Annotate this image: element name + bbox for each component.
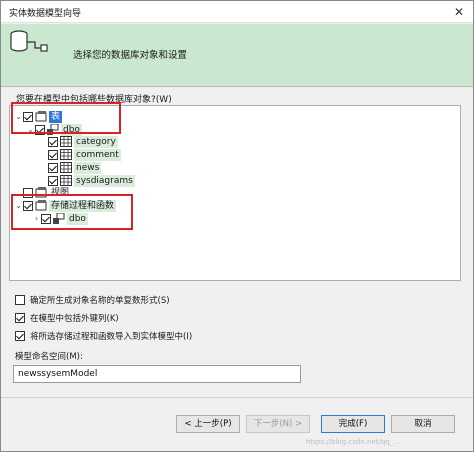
- wizard-window: 实体数据模型向导 ✕ 选择您的数据库对象和设置 您要在模型中包括哪些数据库对象?…: [0, 0, 474, 452]
- annotation-box-tables: [11, 102, 121, 134]
- footer-divider: [1, 397, 473, 398]
- header-text: 选择您的数据库对象和设置: [73, 50, 188, 61]
- table-label[interactable]: sysdiagrams: [74, 174, 135, 187]
- import-procedures-checkbox[interactable]: [15, 331, 25, 341]
- table-icon: [60, 175, 72, 186]
- next-button[interactable]: 下一步(N) >: [246, 415, 310, 433]
- wizard-header: 选择您的数据库对象和设置: [1, 24, 473, 86]
- tree-node-table[interactable]: comment: [48, 148, 121, 161]
- namespace-label: 模型命名空间(M):: [15, 352, 83, 362]
- finish-button[interactable]: 完成(F): [321, 415, 385, 433]
- table-checkbox[interactable]: [48, 149, 58, 160]
- title-bar[interactable]: 实体数据模型向导 ✕: [1, 1, 473, 23]
- table-icon: [60, 149, 72, 160]
- previous-button[interactable]: < 上一步(P): [176, 415, 240, 433]
- window-title: 实体数据模型向导: [9, 9, 82, 19]
- pluralize-label: 确定所生成对象名称的单复数形式(S): [30, 296, 170, 306]
- table-icon: [60, 162, 72, 173]
- import-procedures-label: 将所选存储过程和函数导入到实体模型中(I): [30, 332, 193, 342]
- foreign-keys-label: 在模型中包括外键列(K): [30, 314, 119, 324]
- pluralize-checkbox[interactable]: [15, 295, 25, 305]
- table-label[interactable]: news: [74, 161, 102, 174]
- annotation-box-procedures: [11, 194, 133, 230]
- option-import-procedures[interactable]: 将所选存储过程和函数导入到实体模型中(I): [15, 330, 192, 342]
- table-icon: [60, 136, 72, 147]
- table-checkbox[interactable]: [48, 175, 58, 186]
- watermark: https://blog.csdn.net/qq_...: [306, 438, 400, 446]
- option-pluralize[interactable]: 确定所生成对象名称的单复数形式(S): [15, 294, 170, 306]
- option-foreign-keys[interactable]: 在模型中包括外键列(K): [15, 312, 119, 324]
- tree-node-table[interactable]: news: [48, 161, 102, 174]
- close-icon[interactable]: ✕: [451, 4, 467, 20]
- tree-node-table[interactable]: category: [48, 135, 118, 148]
- namespace-input[interactable]: [13, 365, 301, 383]
- table-checkbox[interactable]: [48, 136, 58, 147]
- foreign-keys-checkbox[interactable]: [15, 313, 25, 323]
- table-label[interactable]: comment: [74, 148, 121, 161]
- cancel-button[interactable]: 取消: [391, 415, 455, 433]
- database-connect-icon: [10, 30, 48, 52]
- header-divider: [1, 86, 473, 87]
- table-label[interactable]: category: [74, 135, 118, 148]
- table-checkbox[interactable]: [48, 162, 58, 173]
